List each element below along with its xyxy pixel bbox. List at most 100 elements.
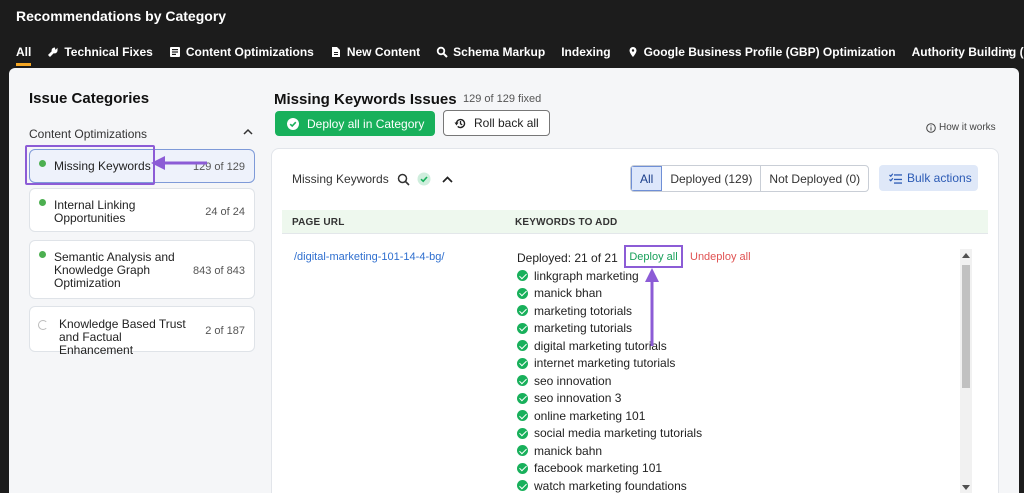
check-icon: [517, 427, 528, 439]
undeploy-all-button[interactable]: Undeploy all: [690, 251, 751, 263]
keyword-item: online marketing 101: [517, 407, 702, 425]
annotation-arrow-up-icon: [645, 268, 659, 346]
tab-technical-fixes[interactable]: Technical Fixes: [47, 40, 153, 64]
check-icon: [517, 392, 528, 404]
keyword-item: social media marketing tutorials: [517, 425, 702, 443]
content-panel: Issue Categories Content Optimizations M…: [9, 68, 1019, 493]
column-header-keywords: KEYWORDS TO ADD: [515, 217, 618, 228]
keyword-label: manick bahn: [534, 443, 603, 458]
sidebar-group-title: Content Optimizations: [29, 127, 148, 141]
file-icon: [331, 47, 340, 57]
keyword-item: manick bhan: [517, 285, 702, 303]
keyword-list: linkgraph marketing manick bhan marketin…: [517, 267, 702, 493]
tab-schema-markup[interactable]: Schema Markup: [436, 40, 545, 64]
scroll-tabs-right-icon[interactable]: →: [998, 40, 1014, 58]
sidebar-item-internal-linking[interactable]: Internal Linking Opportunities 24 of 24: [29, 188, 255, 232]
check-icon: [517, 462, 528, 474]
filter-not-deployed[interactable]: Not Deployed (0): [761, 166, 868, 191]
check-icon: [517, 322, 528, 334]
keyword-item: seo innovation: [517, 372, 702, 390]
top-bar: Recommendations by Category All Technica…: [0, 0, 1024, 68]
keyword-label: manick bhan: [534, 286, 603, 301]
map-pin-icon: [629, 47, 637, 57]
keyword-item: marketing tutorials: [517, 320, 702, 338]
keyword-item: watch marketing foundations: [517, 477, 702, 493]
scroll-up-icon[interactable]: [962, 253, 970, 258]
sidebar-item-label: Knowledge Based Trust and Factual Enhanc…: [59, 317, 186, 357]
annotation-highlight-box: [25, 145, 155, 185]
deployed-count: Deployed: 21 of 21: [517, 251, 618, 265]
check-icon: [517, 445, 528, 457]
filter-all[interactable]: All: [631, 166, 663, 191]
sidebar-item-count: 2 of 187: [205, 325, 245, 337]
keyword-label: watch marketing foundations: [534, 478, 687, 493]
tab-indexing[interactable]: Indexing: [561, 40, 610, 64]
page-url-link[interactable]: /digital-marketing-101-14-4-bg/: [294, 251, 444, 263]
info-icon: [926, 122, 936, 133]
keyword-item: manick bahn: [517, 442, 702, 460]
sidebar-item-label: Internal Linking Opportunities: [54, 198, 136, 225]
keyword-item: linkgraph marketing: [517, 267, 702, 285]
button-label: Bulk actions: [907, 171, 972, 185]
keyword-item: seo innovation 3: [517, 390, 702, 408]
annotation-arrow-left-icon: [151, 156, 207, 170]
app-title: Recommendations by Category: [16, 8, 227, 24]
tab-new-content[interactable]: New Content: [330, 40, 420, 64]
chevron-up-icon[interactable]: [242, 126, 254, 138]
deploy-all-in-category-button[interactable]: Deploy all in Category: [275, 111, 435, 136]
magnifier-icon: [436, 46, 448, 58]
check-icon: [517, 375, 528, 387]
roll-back-all-button[interactable]: Roll back all: [443, 110, 550, 136]
keyword-label: linkgraph marketing: [534, 268, 639, 283]
keyword-item: marketing totorials: [517, 302, 702, 320]
keyword-item: internet marketing tutorials: [517, 355, 702, 373]
card-title: Missing Keywords: [292, 172, 389, 186]
keyword-label: internet marketing tutorials: [534, 356, 676, 371]
keyword-label: seo innovation: [534, 373, 612, 388]
sidebar-item-count: 843 of 843: [193, 265, 245, 277]
keyword-label: social media marketing tutorials: [534, 426, 703, 441]
scroll-thumb[interactable]: [962, 265, 970, 388]
chevron-up-icon[interactable]: [441, 173, 454, 186]
keywords-card: Missing Keywords All Deployed (129) Not …: [271, 148, 999, 493]
check-icon: [517, 287, 528, 299]
tab-label: Indexing: [561, 45, 611, 59]
filter-deployed[interactable]: Deployed (129): [662, 166, 762, 191]
status-pending-icon: [38, 320, 48, 330]
tab-all[interactable]: All: [16, 40, 32, 66]
check-icon: [517, 305, 528, 317]
keyword-label: marketing totorials: [534, 303, 633, 318]
keyword-item: digital marketing tutorials: [517, 337, 702, 355]
tab-gbp-optimization[interactable]: Google Business Profile (GBP) Optimizati…: [627, 40, 896, 64]
table-header: PAGE URL KEYWORDS TO ADD: [282, 210, 988, 234]
sidebar-item-knowledge-trust[interactable]: Knowledge Based Trust and Factual Enhanc…: [29, 306, 255, 357]
sidebar-title: Issue Categories: [29, 90, 150, 107]
card-title-row: Missing Keywords: [292, 172, 454, 186]
keyword-label: marketing tutorials: [534, 321, 633, 336]
sidebar-item-label: Semantic Analysis and Knowledge Graph Op…: [54, 250, 175, 290]
button-label: Roll back all: [474, 116, 539, 130]
scroll-down-icon[interactable]: [962, 485, 970, 490]
tab-content-optimizations[interactable]: Content Optimizations: [169, 40, 314, 64]
link-label: How it works: [939, 122, 996, 133]
page-title: Missing Keywords Issues: [274, 91, 457, 108]
category-tabs: All Technical Fixes Content Optimization…: [16, 40, 1024, 66]
history-icon: [454, 118, 466, 128]
sidebar-item-count: 24 of 24: [205, 206, 245, 218]
check-icon: [517, 270, 528, 282]
search-icon[interactable]: [397, 173, 410, 186]
deploy-filter-group: All Deployed (129) Not Deployed (0): [630, 165, 870, 192]
check-icon: [517, 357, 528, 369]
check-circle-icon: [417, 172, 431, 186]
bulk-actions-button[interactable]: Bulk actions: [879, 165, 978, 191]
sidebar-item-semantic-analysis[interactable]: Semantic Analysis and Knowledge Graph Op…: [29, 240, 255, 299]
how-it-works-link[interactable]: How it works: [926, 122, 996, 133]
keyword-scrollbar[interactable]: [960, 249, 972, 493]
keyword-label: seo innovation 3: [534, 391, 622, 406]
keyword-label: online marketing 101: [534, 408, 646, 423]
tab-label: Content Optimizations: [185, 45, 314, 59]
check-icon: [517, 480, 528, 492]
deploy-all-button[interactable]: Deploy all: [624, 245, 683, 268]
button-label: Deploy all in Category: [307, 116, 425, 131]
document-lines-icon: [169, 47, 180, 57]
